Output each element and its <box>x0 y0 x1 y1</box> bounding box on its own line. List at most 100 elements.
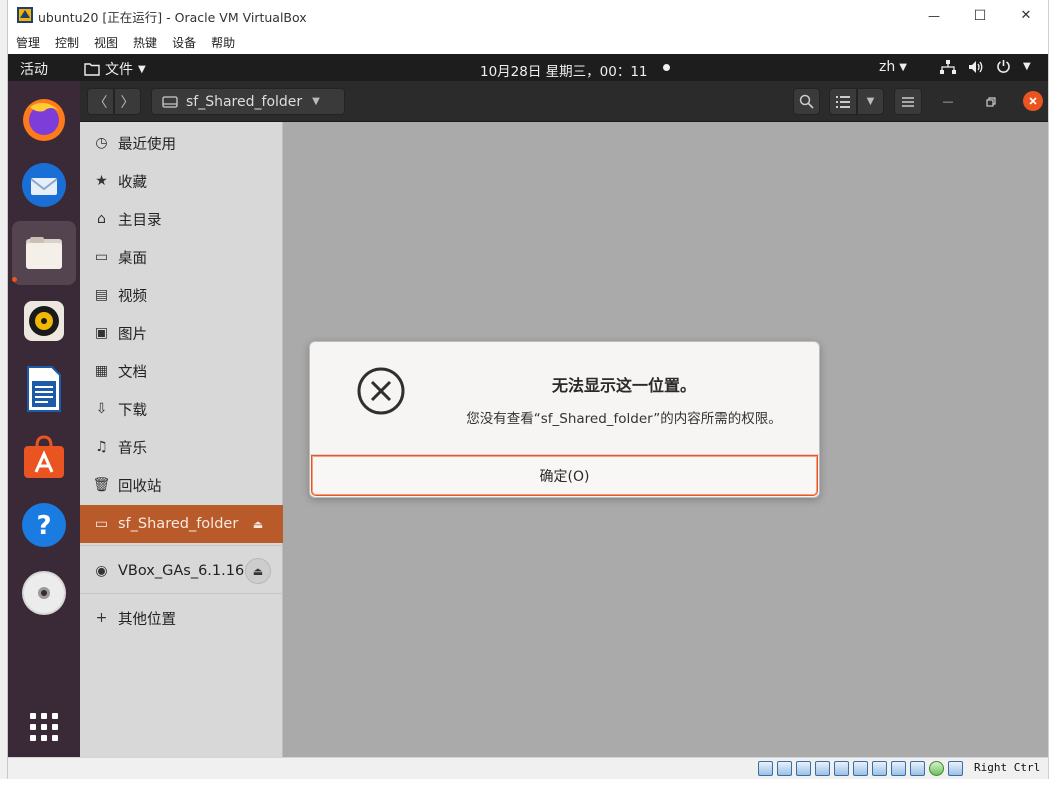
restore-icon <box>986 96 996 107</box>
host-key-label: Right Ctrl <box>974 761 1041 774</box>
menu-manage[interactable]: 管理 <box>16 34 40 51</box>
window-close-button[interactable] <box>1023 91 1043 111</box>
hard-disk-icon[interactable] <box>758 761 773 776</box>
dock-libreoffice-writer[interactable] <box>12 357 76 421</box>
path-label: sf_Shared_folder <box>186 93 303 110</box>
eject-icon[interactable]: ⏏ <box>245 511 271 537</box>
sidebar-item-label: 最近使用 <box>118 136 176 153</box>
forward-button[interactable]: 〉 <box>114 88 141 115</box>
recording-icon[interactable] <box>891 761 906 776</box>
svg-text:?: ? <box>36 511 51 541</box>
maximize-icon: ☐ <box>973 7 987 24</box>
main-menu-button[interactable] <box>894 88 922 115</box>
system-menu[interactable]: ▼ <box>940 59 1031 74</box>
sidebar-item-downloads[interactable]: ⇩ 下载 <box>80 390 283 428</box>
chevron-down-icon: ▼ <box>899 61 907 73</box>
ok-button[interactable]: 确定(O) <box>311 455 818 496</box>
sidebar-separator <box>80 545 283 546</box>
host-right-edge <box>1048 0 1056 787</box>
star-icon: ★ <box>95 173 108 189</box>
input-method-menu[interactable]: zh ▼ <box>879 59 907 75</box>
view-options-button[interactable]: ▼ <box>857 88 884 115</box>
menu-help[interactable]: 帮助 <box>211 34 235 51</box>
menu-control[interactable]: 控制 <box>55 34 79 51</box>
rhythmbox-icon <box>24 301 64 341</box>
sidebar-item-vbox-gas[interactable]: ◉ VBox_GAs_6.1.16 ⏏ <box>80 552 283 590</box>
hamburger-menu-icon <box>902 96 914 107</box>
error-dialog: 无法显示这一位置。 您没有查看“sf_Shared_folder”的内容所需的权… <box>309 341 820 498</box>
host-close-button[interactable]: ✕ <box>1003 0 1049 31</box>
home-icon: ⌂ <box>97 211 106 227</box>
dock-rhythmbox[interactable] <box>12 289 76 353</box>
host-minimize-button[interactable]: — <box>911 0 957 31</box>
dvd-icon <box>22 571 66 615</box>
menu-view[interactable]: 视图 <box>94 34 118 51</box>
menu-hotkey[interactable]: 热键 <box>133 34 157 51</box>
app-menu-label: 文件 <box>105 62 133 78</box>
sidebar-item-trash[interactable]: 🗑 回收站 <box>80 466 283 504</box>
sidebar-item-label: 收藏 <box>118 174 147 191</box>
window-minimize-button[interactable]: — <box>937 88 959 115</box>
window-restore-button[interactable] <box>980 88 1002 115</box>
sidebar-item-music[interactable]: ♫ 音乐 <box>80 428 283 466</box>
running-indicator-icon <box>12 277 17 282</box>
activities-button[interactable]: 活动 <box>20 59 48 79</box>
network-adapter-icon[interactable] <box>815 761 830 776</box>
dialog-message: 您没有查看“sf_Shared_folder”的内容所需的权限。 <box>466 411 782 427</box>
thunderbird-icon <box>22 163 66 207</box>
guest-screen: 活动 文件 ▼ 10月28日 星期三，00：11 zh ▼ ▼ ? 〈 〉 sf… <box>8 54 1048 757</box>
clock[interactable]: 10月28日 星期三，00：11 <box>480 60 648 80</box>
shared-folders-icon[interactable] <box>853 761 868 776</box>
optical-drive-icon[interactable] <box>777 761 792 776</box>
power-icon <box>997 60 1010 73</box>
sidebar-item-label: 回收站 <box>118 478 162 495</box>
plus-icon: + <box>95 610 108 626</box>
dock-files[interactable] <box>12 221 76 285</box>
dialog-title: 无法显示这一位置。 <box>551 376 696 395</box>
sidebar-item-starred[interactable]: ★ 收藏 <box>80 162 283 200</box>
dock-thunderbird[interactable] <box>12 153 76 217</box>
audio-icon[interactable] <box>796 761 811 776</box>
host-maximize-button[interactable]: ☐ <box>957 0 1003 31</box>
dock-dvd[interactable] <box>12 561 76 625</box>
dock-firefox[interactable] <box>12 87 76 151</box>
list-view-icon <box>836 95 850 108</box>
mouse-integration-icon[interactable] <box>929 761 944 776</box>
files-headerbar: 〈 〉 sf_Shared_folder ▼ ▼ — <box>80 81 1048 122</box>
chevron-down-icon: ▼ <box>866 96 875 107</box>
help-icon: ? <box>22 503 66 547</box>
sidebar-item-label: 文档 <box>118 364 147 381</box>
sidebar-item-sf-shared-folder[interactable]: ▭ sf_Shared_folder ⏏ <box>80 505 283 543</box>
sidebar-item-documents[interactable]: ▦ 文档 <box>80 352 283 390</box>
list-view-button[interactable] <box>829 88 857 115</box>
sidebar-item-label: 音乐 <box>118 440 147 457</box>
usb-icon[interactable] <box>834 761 849 776</box>
chevron-right-icon: 〉 <box>120 94 135 111</box>
sidebar-item-recent[interactable]: ◷ 最近使用 <box>80 124 283 162</box>
volume-icon <box>969 60 983 73</box>
back-button[interactable]: 〈 <box>87 88 114 115</box>
keyboard-capture-icon[interactable] <box>948 761 963 776</box>
disc-icon: ◉ <box>95 563 108 579</box>
sidebar-item-pictures[interactable]: ▣ 图片 <box>80 314 283 352</box>
chevron-down-icon: ▼ <box>312 96 320 107</box>
sidebar-item-desktop[interactable]: ▭ 桌面 <box>80 238 283 276</box>
sidebar-item-videos[interactable]: ▤ 视频 <box>80 276 283 314</box>
host-left-edge <box>0 0 8 787</box>
sidebar-item-other-locations[interactable]: + 其他位置 <box>80 599 283 637</box>
chevron-down-icon: ▼ <box>1023 61 1031 72</box>
dock-show-apps[interactable] <box>12 695 76 757</box>
app-menu[interactable]: 文件 ▼ <box>84 59 146 79</box>
menu-devices[interactable]: 设备 <box>172 34 196 51</box>
dock-help[interactable]: ? <box>12 493 76 557</box>
virtualization-icon[interactable] <box>910 761 925 776</box>
path-bar-button[interactable]: sf_Shared_folder ▼ <box>151 88 345 115</box>
notification-dot-icon <box>663 64 670 71</box>
folder-icon <box>84 63 100 76</box>
sidebar-item-home[interactable]: ⌂ 主目录 <box>80 200 283 238</box>
search-button[interactable] <box>793 88 820 115</box>
host-titlebar: ubuntu20 [正在运行] - Oracle VM VirtualBox —… <box>8 0 1048 31</box>
dock-ubuntu-software[interactable] <box>12 425 76 489</box>
display-icon[interactable] <box>872 761 887 776</box>
eject-icon[interactable]: ⏏ <box>245 558 271 584</box>
